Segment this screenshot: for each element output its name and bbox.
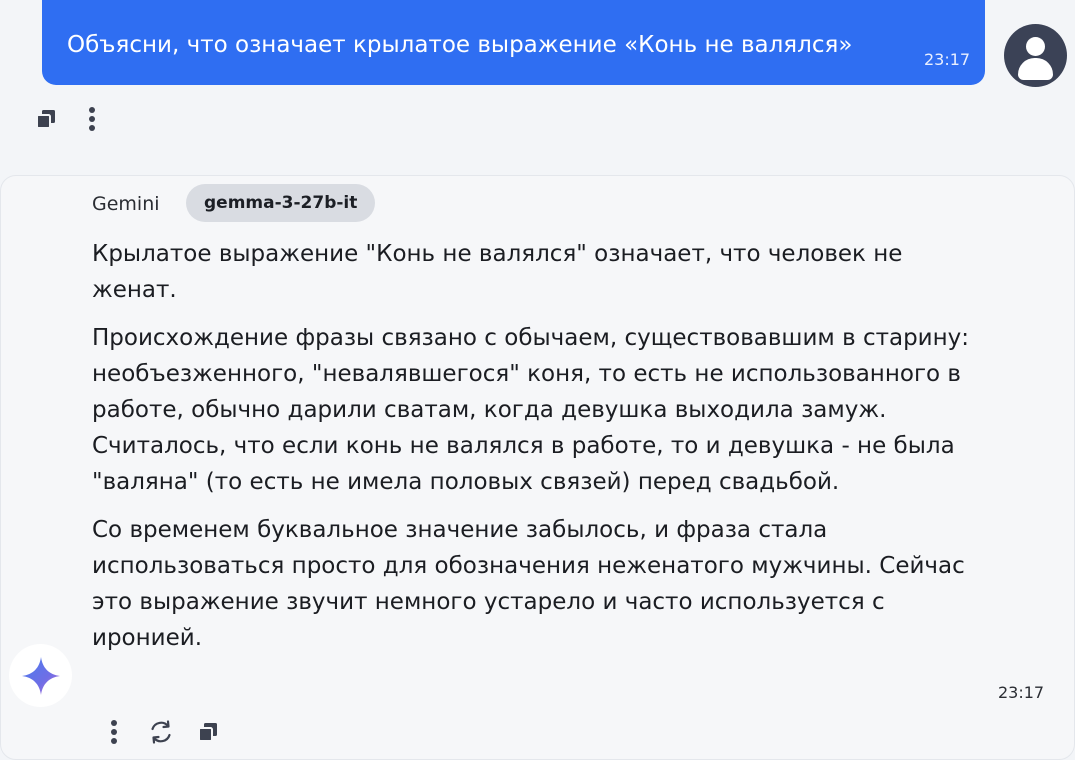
assistant-paragraph-3: Со временем буквальное значение забылось…	[92, 517, 965, 651]
assistant-paragraph-2: Происхождение фразы связано с обычаем, с…	[92, 325, 970, 495]
user-message-text: Объясни, что означает крылатое выражение…	[67, 32, 853, 58]
model-chip[interactable]: gemma-3-27b-it	[186, 184, 376, 222]
user-copy-icon[interactable]	[31, 104, 61, 134]
assistant-paragraph-1: Крылатое выражение "Конь не валялся" озн…	[92, 241, 903, 303]
gemini-sparkle-icon	[9, 644, 72, 707]
assistant-message-text: Крылатое выражение "Конь не валялся" озн…	[92, 236, 992, 668]
user-more-vertical-icon[interactable]	[80, 104, 104, 134]
user-message-bubble: Объясни, что означает крылатое выражение…	[42, 0, 985, 85]
assistant-copy-icon[interactable]	[193, 717, 223, 747]
assistant-message-time: 23:17	[998, 683, 1045, 702]
assistant-name: Gemini	[92, 193, 160, 215]
user-avatar-icon	[1004, 24, 1067, 87]
regenerate-icon[interactable]	[146, 717, 176, 747]
assistant-more-vertical-icon[interactable]	[102, 717, 126, 747]
user-message-time: 23:17	[924, 50, 971, 69]
